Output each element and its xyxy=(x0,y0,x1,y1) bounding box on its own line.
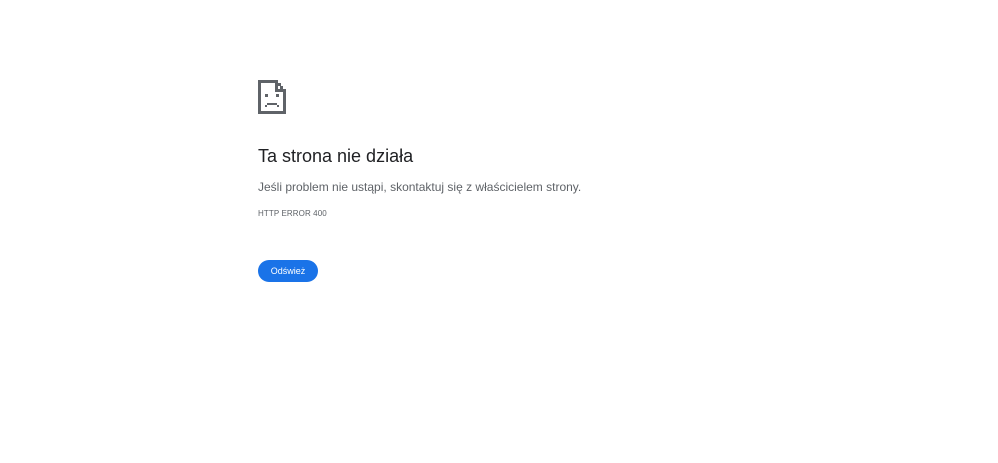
sad-page-icon xyxy=(258,80,286,114)
error-title: Ta strona nie działa xyxy=(258,146,414,166)
error-page: Ta strona nie działa Jeśli problem nie u… xyxy=(258,80,858,282)
reload-button[interactable]: Odśwież xyxy=(258,260,318,282)
error-message: Jeśli problem nie ustąpi, skontaktuj się… xyxy=(258,180,582,194)
error-code: HTTP ERROR 400 xyxy=(258,209,327,218)
